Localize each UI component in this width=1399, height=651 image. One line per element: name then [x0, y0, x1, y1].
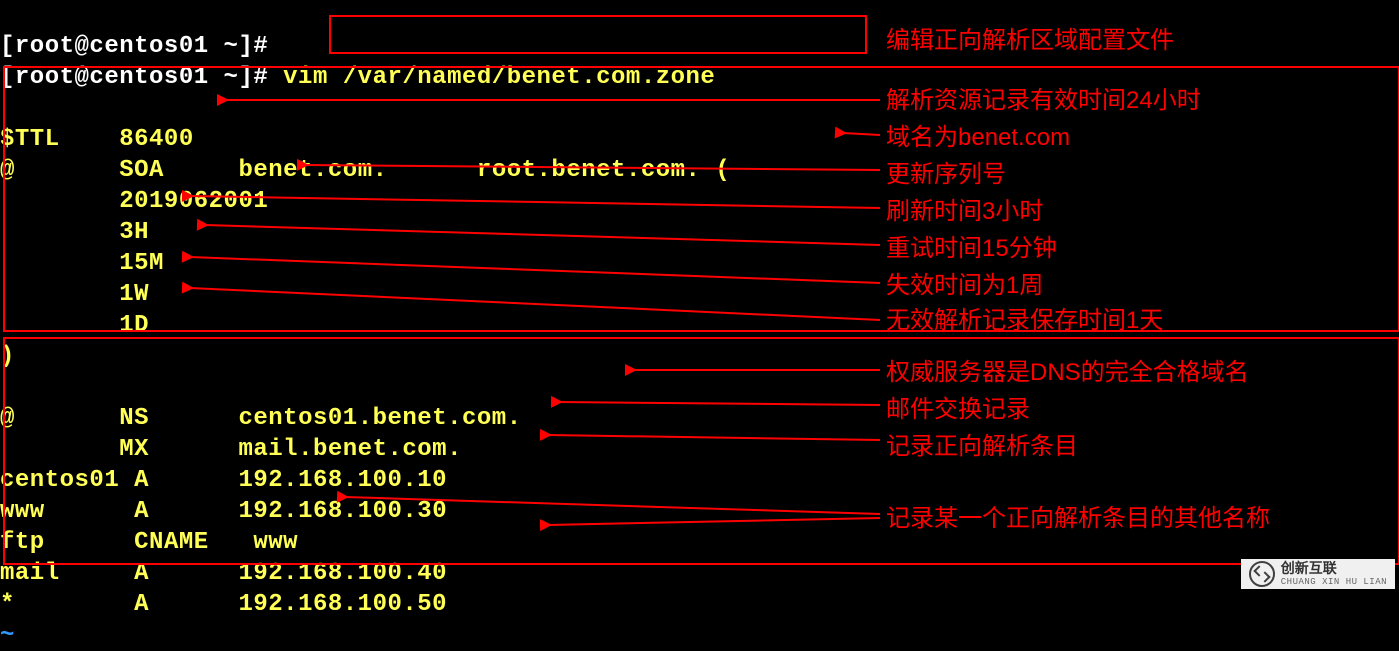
annot-a: 记录正向解析条目 — [886, 426, 1078, 461]
annot-ttl: 解析资源记录有效时间24小时 — [886, 80, 1201, 115]
vim-tilde-line: ~ — [0, 622, 15, 649]
a4-type: A — [134, 591, 149, 618]
annot-cname: 记录某一个正向解析条目的其他名称 — [886, 498, 1270, 533]
annot-serial: 更新序列号 — [886, 154, 1006, 189]
annot-expire: 失效时间为1周 — [886, 265, 1043, 300]
watermark: 创新互联 CHUANG XIN HU LIAN — [1241, 559, 1395, 589]
a4-owner: * — [0, 591, 15, 618]
annot-minimum: 无效解析记录保存时间1天 — [886, 300, 1163, 335]
prompt-previous: [root@centos01 ~]# — [0, 33, 268, 60]
annot-ns: 权威服务器是DNS的完全合格域名 — [886, 352, 1249, 387]
watermark-title: 创新互联 — [1281, 561, 1387, 576]
annot-retry: 重试时间15分钟 — [886, 228, 1057, 263]
annot-cmd: 编辑正向解析区域配置文件 — [886, 20, 1174, 55]
annot-soa: 域名为benet.com — [886, 117, 1070, 152]
cmd-highlight-box — [329, 15, 867, 54]
watermark-logo-icon — [1249, 561, 1275, 587]
a4-value: 192.168.100.50 — [238, 591, 447, 618]
watermark-sub: CHUANG XIN HU LIAN — [1281, 577, 1387, 587]
annot-refresh: 刷新时间3小时 — [886, 191, 1043, 226]
annot-mx: 邮件交换记录 — [886, 389, 1030, 424]
